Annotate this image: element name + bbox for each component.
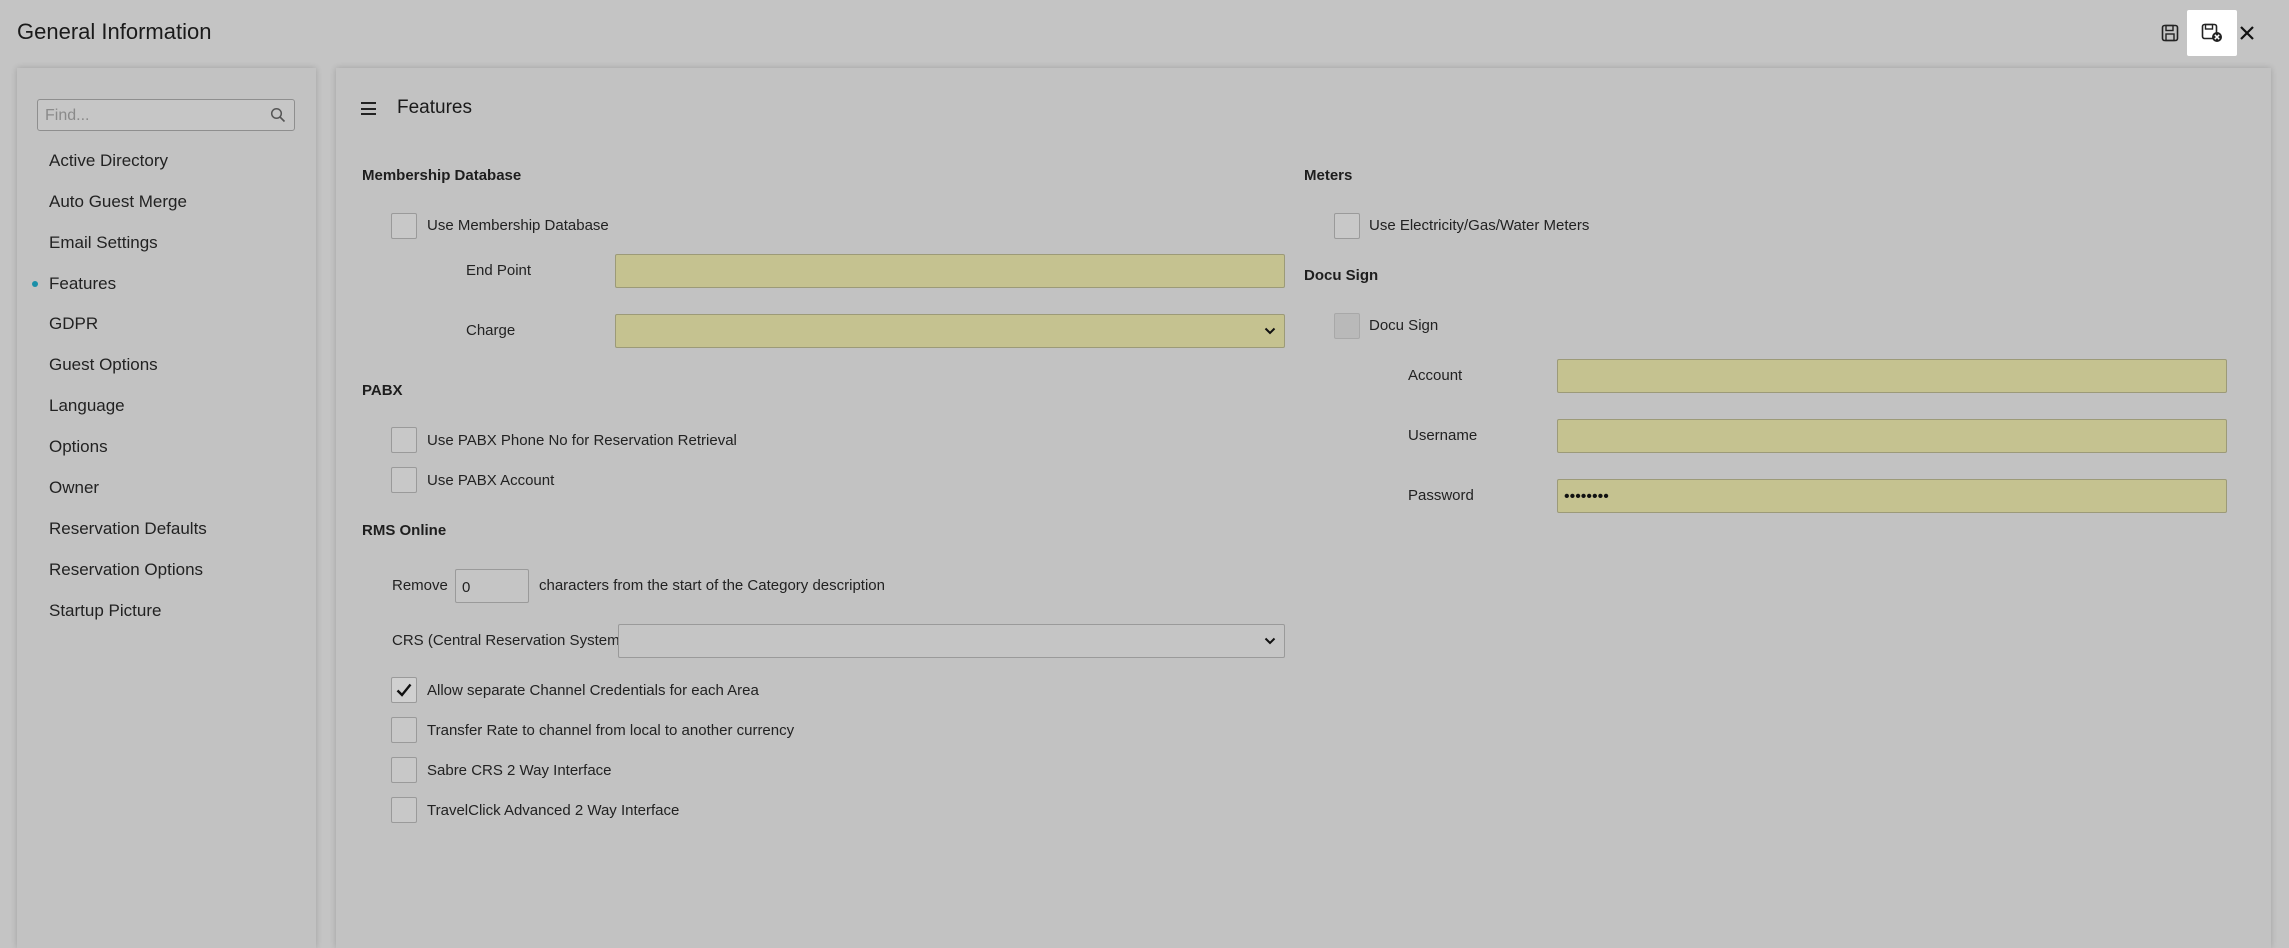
sabre-crs-checkbox[interactable] [391, 757, 417, 783]
use-membership-label: Use Membership Database [427, 217, 609, 234]
active-indicator [32, 281, 38, 287]
username-field[interactable] [1557, 419, 2227, 454]
transfer-rate-label: Transfer Rate to channel from local to a… [427, 722, 795, 739]
pabx-phone-checkbox[interactable] [391, 427, 417, 453]
rms-online-title: RMS Online [362, 522, 447, 539]
sidebar-item-email-settings[interactable]: Email Settings [49, 231, 158, 255]
end-point-label: End Point [466, 262, 532, 279]
travelclick-label: TravelClick Advanced 2 Way Interface [427, 802, 680, 819]
chevron-down-icon [1264, 327, 1276, 335]
search-box[interactable] [37, 99, 295, 132]
docu-sign-label: Docu Sign [1369, 317, 1439, 334]
use-meters-label: Use Electricity/Gas/Water Meters [1369, 217, 1590, 234]
sidebar-item-language[interactable]: Language [49, 394, 125, 418]
sidebar: Active Directory Auto Guest Merge Email … [17, 68, 316, 948]
sidebar-item-guest-options[interactable]: Guest Options [49, 353, 158, 377]
crs-select[interactable] [618, 624, 1285, 658]
pabx-account-checkbox[interactable] [391, 467, 417, 493]
save-and-close-icon [2201, 23, 2222, 42]
sidebar-item-reservation-options[interactable]: Reservation Options [49, 558, 203, 582]
username-label: Username [1408, 427, 1478, 444]
use-meters-checkbox[interactable] [1334, 213, 1360, 239]
charge-select[interactable] [615, 314, 1285, 348]
sidebar-item-auto-guest-merge[interactable]: Auto Guest Merge [49, 190, 187, 214]
channel-credentials-checkbox[interactable] [391, 677, 417, 703]
remove-characters-input[interactable] [456, 570, 529, 604]
close-button[interactable] [2230, 16, 2264, 50]
password-input[interactable] [1558, 480, 2201, 514]
pabx-title: PABX [362, 382, 403, 399]
password-field[interactable] [1557, 479, 2227, 514]
close-icon [2240, 26, 2254, 40]
password-label: Password [1408, 487, 1474, 504]
search-icon [270, 107, 286, 123]
sidebar-item-owner[interactable]: Owner [49, 476, 99, 500]
charge-label: Charge [466, 322, 516, 339]
end-point-input[interactable] [616, 255, 1259, 289]
remove-suffix-label: characters from the start of the Categor… [539, 577, 885, 594]
travelclick-checkbox[interactable] [391, 797, 417, 823]
sidebar-item-gdpr[interactable]: GDPR [49, 312, 98, 336]
pabx-account-label: Use PABX Account [427, 472, 555, 489]
search-input[interactable] [43, 100, 267, 132]
save-icon [2161, 24, 2179, 42]
sidebar-item-options[interactable]: Options [49, 435, 108, 459]
menu-icon[interactable] [361, 102, 376, 115]
use-membership-checkbox[interactable] [391, 213, 417, 239]
channel-credentials-label: Allow separate Channel Credentials for e… [427, 682, 759, 699]
account-label: Account [1408, 367, 1463, 384]
chevron-down-icon [1264, 637, 1276, 645]
sidebar-item-reservation-defaults[interactable]: Reservation Defaults [49, 517, 207, 541]
transfer-rate-checkbox[interactable] [391, 717, 417, 743]
sidebar-item-active-directory[interactable]: Active Directory [49, 149, 168, 173]
username-input[interactable] [1558, 420, 2201, 454]
sabre-crs-label: Sabre CRS 2 Way Interface [427, 762, 612, 779]
sidebar-item-startup-picture[interactable]: Startup Picture [49, 599, 161, 623]
main-panel: Features Membership Database Use Members… [336, 68, 2271, 948]
section-heading: Features [397, 97, 472, 118]
account-field[interactable] [1557, 359, 2227, 394]
pabx-phone-label: Use PABX Phone No for Reservation Retrie… [427, 432, 737, 449]
page-title: General Information [17, 19, 212, 44]
remove-characters-field[interactable] [455, 569, 529, 604]
remove-label: Remove [392, 577, 448, 594]
sidebar-item-features[interactable]: Features [32, 272, 116, 296]
crs-label: CRS (Central Reservation System) [392, 632, 625, 649]
top-bar: General Information [0, 0, 2289, 66]
membership-title: Membership Database [362, 167, 522, 184]
meters-title: Meters [1304, 167, 1353, 184]
end-point-field[interactable] [615, 254, 1285, 289]
account-input[interactable] [1558, 360, 2201, 394]
checkmark-icon [396, 683, 412, 697]
save-button[interactable] [2153, 16, 2187, 50]
docu-sign-title: Docu Sign [1304, 267, 1379, 284]
docu-sign-checkbox[interactable] [1334, 313, 1360, 339]
